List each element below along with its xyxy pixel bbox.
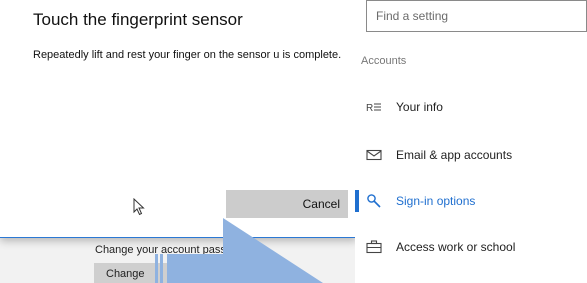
search-box[interactable]: Find a setting	[366, 0, 587, 32]
nav-item-label: Your info	[396, 100, 443, 114]
nav-item-your-info[interactable]: R Your info	[355, 92, 587, 122]
fingerprint-dialog: Touch the fingerprint sensor Repeatedly …	[0, 0, 357, 238]
nav-group-label: Accounts	[361, 55, 407, 67]
dialog-description: Repeatedly lift and rest your finger on …	[33, 49, 342, 61]
active-indicator	[355, 190, 359, 212]
annotation-arrow-icon	[155, 218, 330, 283]
nav-item-access-work-school[interactable]: Access work or school	[355, 232, 587, 262]
cancel-button[interactable]: Cancel	[226, 190, 348, 218]
briefcase-icon	[365, 239, 382, 256]
nav-item-label: Access work or school	[396, 240, 516, 254]
svg-text:R: R	[366, 103, 373, 113]
key-icon	[365, 193, 382, 210]
nav-item-label: Sign-in options	[396, 194, 476, 208]
settings-nav-pane: Find a setting Accounts R Your info Emai…	[355, 0, 587, 283]
nav-item-sign-in-options[interactable]: Sign-in options	[355, 186, 587, 216]
screen: Change your account passwd Change Touch …	[0, 0, 587, 283]
mail-icon	[365, 147, 382, 164]
mouse-pointer-icon	[133, 197, 145, 221]
search-input[interactable]: Find a setting	[376, 9, 448, 23]
nav-item-label: Email & app accounts	[396, 148, 513, 162]
person-card-icon: R	[365, 99, 382, 116]
nav-item-email-accounts[interactable]: Email & app accounts	[355, 140, 587, 170]
dialog-title: Touch the fingerprint sensor	[33, 10, 243, 29]
